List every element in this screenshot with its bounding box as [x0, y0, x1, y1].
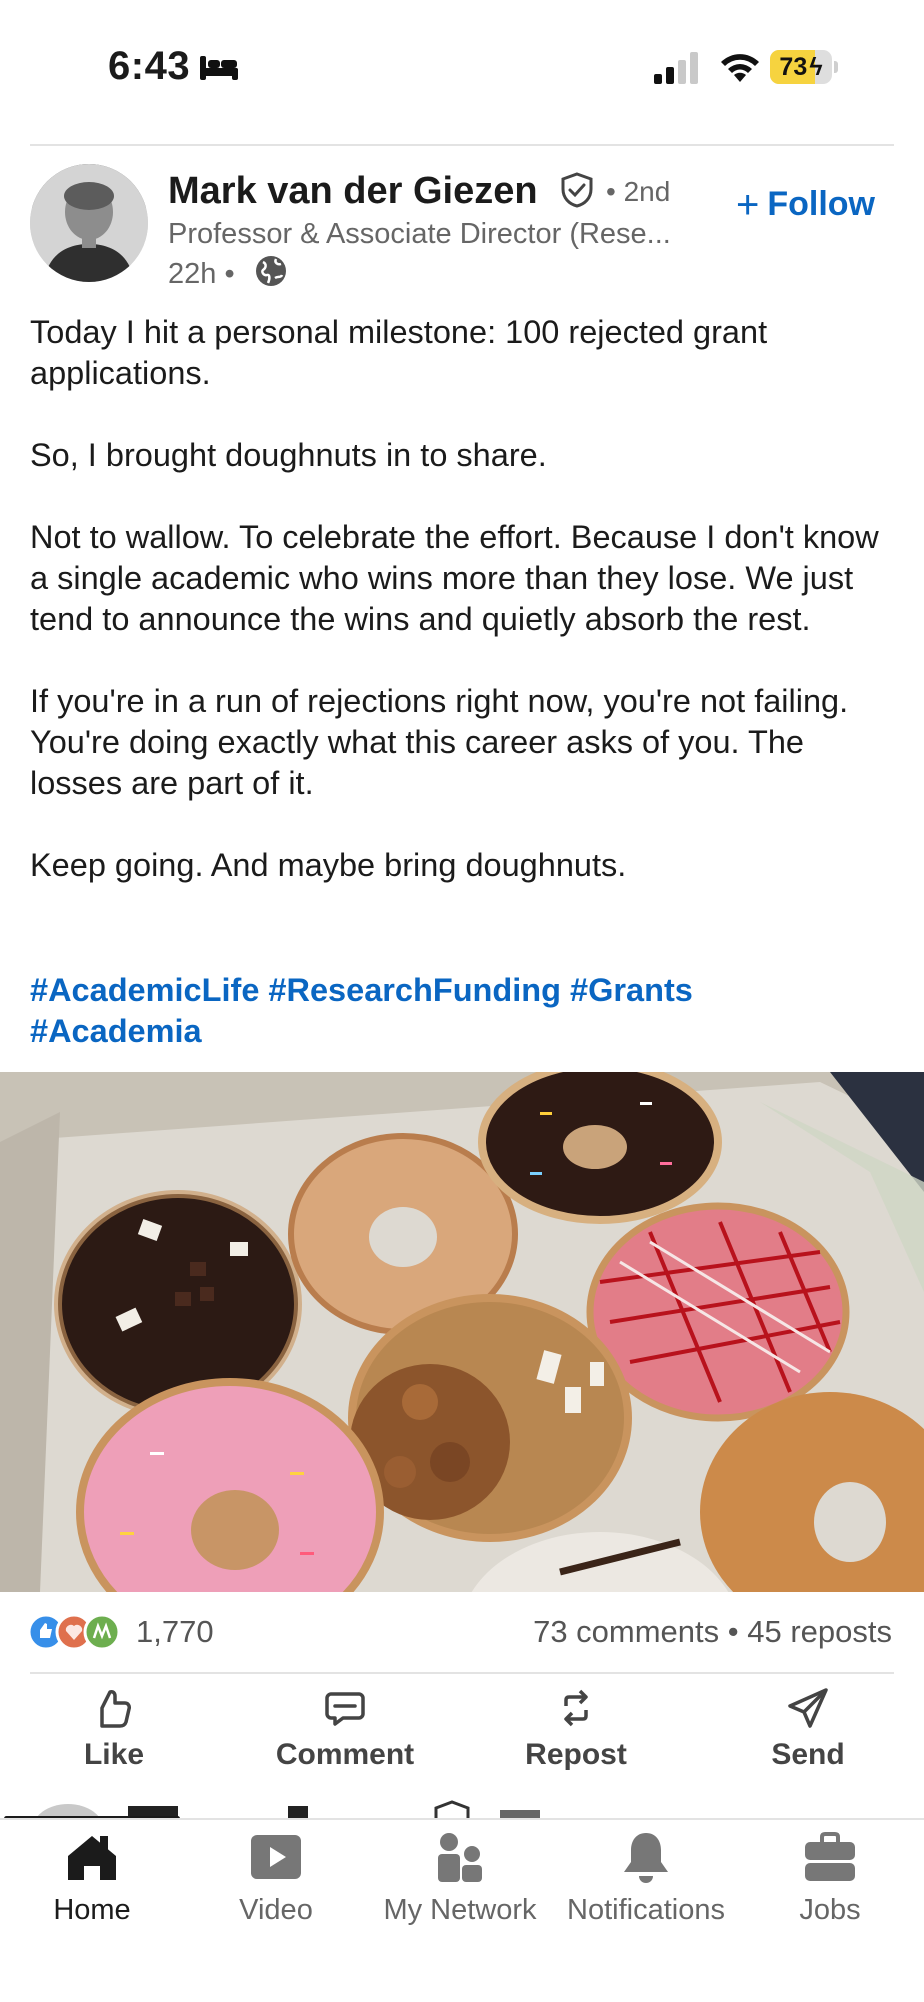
post-paragraph: Today I hit a personal milestone: 100 re… — [30, 314, 768, 391]
like-button[interactable]: Like — [24, 1686, 204, 1772]
tab-jobs-label: Jobs — [799, 1894, 861, 1926]
author-avatar[interactable] — [30, 164, 148, 282]
post-paragraph: So, I brought doughnuts in to share. — [30, 437, 547, 473]
reaction-icons[interactable] — [28, 1612, 124, 1652]
briefcase-icon — [805, 1832, 855, 1881]
tab-notifications-label: Notifications — [567, 1894, 725, 1926]
comment-label: Comment — [275, 1738, 415, 1771]
battery-indicator: 73 ϟ — [770, 50, 838, 84]
author-headline[interactable]: Professor & Associate Director (Rese... — [168, 218, 671, 251]
post-paragraph: If you're in a run of rejections right n… — [30, 683, 849, 801]
post-time: 22h • — [168, 258, 235, 290]
tab-my-network-label: My Network — [383, 1894, 537, 1926]
home-icon — [68, 1836, 116, 1880]
wifi-icon — [721, 54, 759, 82]
signal-icon — [654, 52, 698, 84]
comments-reposts-count[interactable]: 73 comments • 45 reposts — [533, 1614, 892, 1650]
globe-icon — [256, 256, 286, 286]
comment-button[interactable]: Comment — [255, 1686, 435, 1772]
like-icon — [100, 1690, 131, 1728]
plus-icon: + — [736, 183, 760, 227]
actions-divider — [30, 1672, 894, 1674]
bed-icon — [200, 56, 238, 80]
repost-icon — [564, 1689, 588, 1727]
send-label: Send — [771, 1738, 845, 1771]
tab-home[interactable]: Home — [0, 1830, 184, 1927]
battery-level: 73 — [779, 53, 808, 81]
tab-video-label: Video — [239, 1894, 313, 1926]
post-paragraph: Not to wallow. To celebrate the effort. … — [30, 519, 879, 637]
hashtag-line[interactable]: #Academia — [30, 1011, 894, 1052]
verified-icon — [561, 172, 593, 208]
follow-button[interactable]: + Follow — [736, 180, 876, 227]
top-divider — [30, 144, 894, 146]
tab-jobs[interactable]: Jobs — [738, 1830, 922, 1927]
hashtag-line[interactable]: #AcademicLife #ResearchFunding #Grants — [30, 970, 894, 1011]
repost-button[interactable]: Repost — [486, 1686, 666, 1772]
hashtags[interactable]: #AcademicLife #ResearchFunding #Grants #… — [30, 970, 894, 1052]
tab-my-network[interactable]: My Network — [368, 1830, 552, 1927]
reactions-count[interactable]: 1,770 — [136, 1614, 214, 1650]
network-icon — [438, 1833, 482, 1882]
status-bar: 6:43 73 ϟ — [0, 0, 924, 130]
author-name[interactable]: Mark van der Giezen — [168, 170, 538, 213]
tab-home-label: Home — [53, 1894, 131, 1926]
post-text[interactable]: Today I hit a personal milestone: 100 re… — [30, 312, 894, 927]
post-image[interactable] — [0, 1072, 924, 1592]
clock: 6:43 — [108, 44, 191, 88]
comment-icon — [325, 1692, 365, 1726]
tab-video[interactable]: Video — [184, 1830, 368, 1927]
post-paragraph: Keep going. And maybe bring doughnuts. — [30, 847, 627, 883]
send-icon — [788, 1688, 828, 1728]
repost-label: Repost — [525, 1738, 627, 1771]
tab-notifications[interactable]: Notifications — [554, 1830, 738, 1927]
like-label: Like — [83, 1738, 145, 1771]
connection-degree: • 2nd — [606, 176, 671, 207]
follow-label: Follow — [767, 185, 876, 223]
bell-icon — [624, 1833, 668, 1883]
video-icon — [251, 1835, 301, 1879]
send-button[interactable]: Send — [718, 1686, 898, 1772]
